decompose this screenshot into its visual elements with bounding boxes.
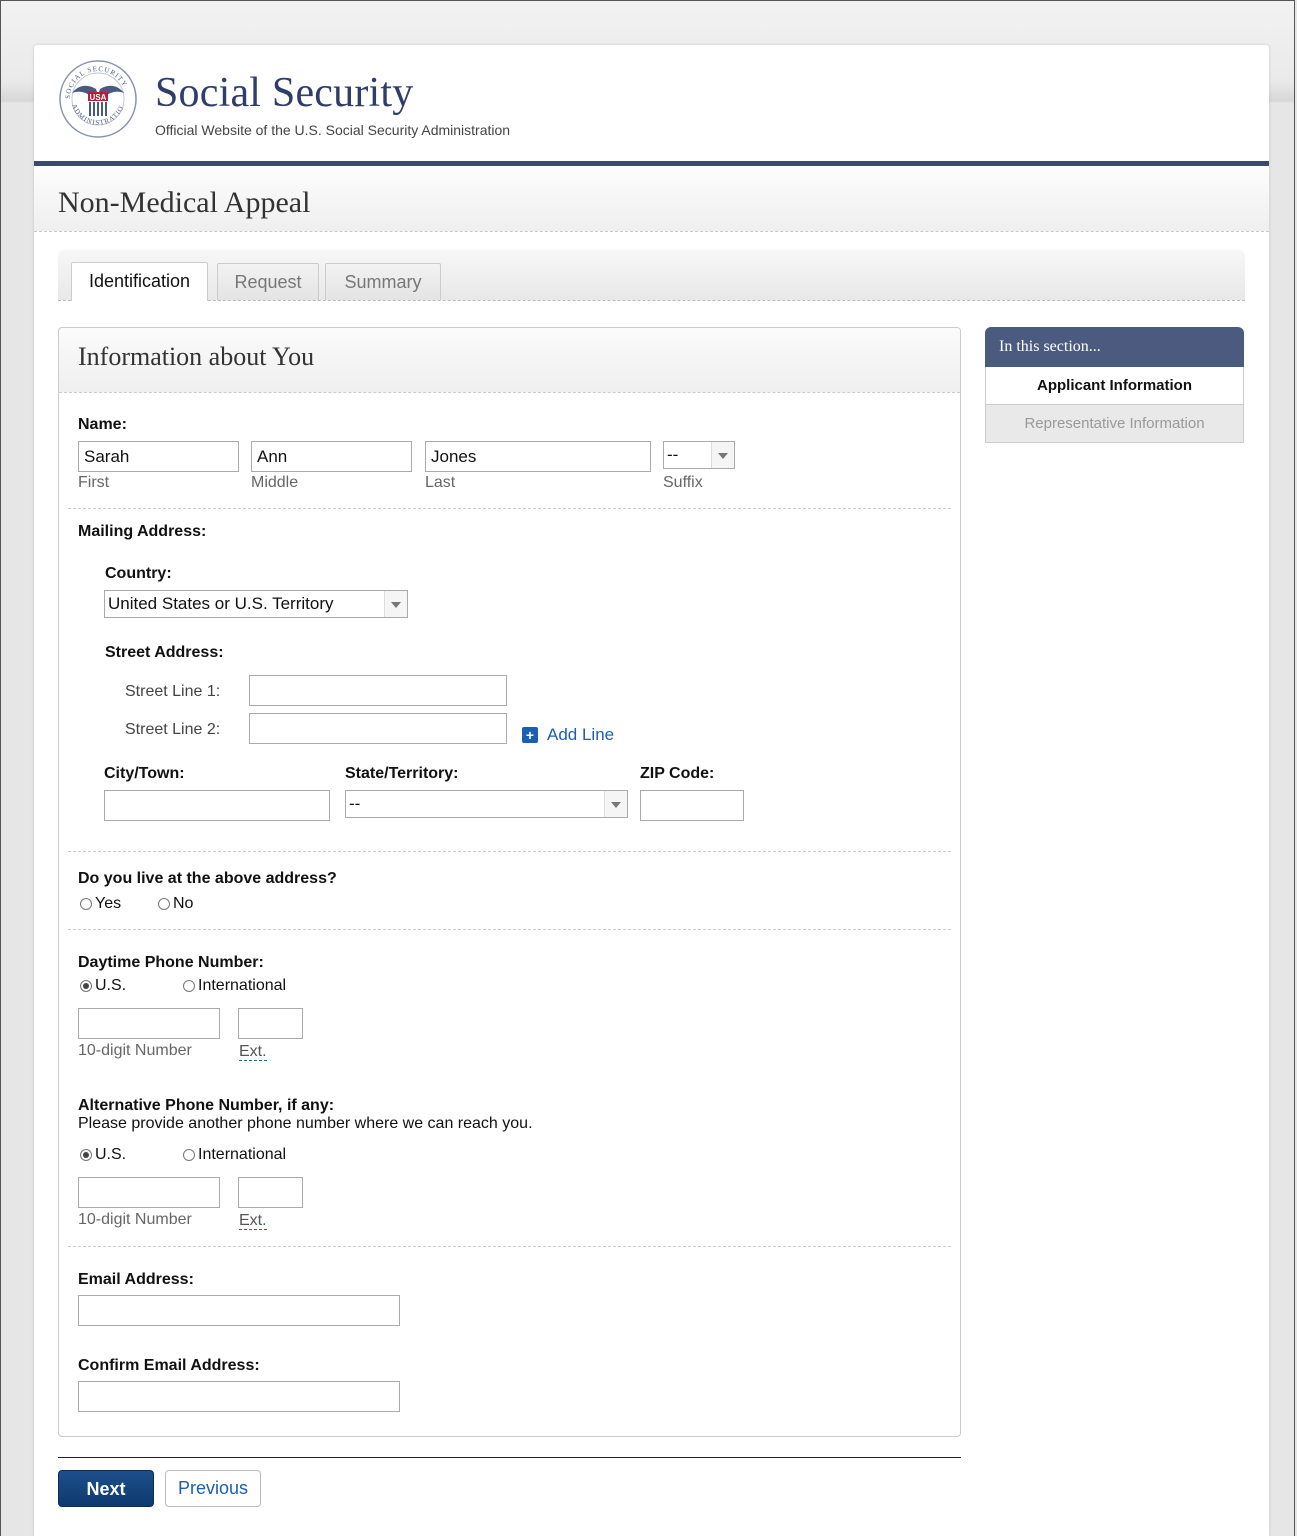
country-label: Country: [105, 565, 172, 582]
radio-circle [158, 898, 170, 910]
section-navigator-heading: In this section... [985, 327, 1244, 367]
suffix-select-value: -- [667, 445, 679, 464]
footer-rule [58, 1457, 961, 1458]
radio-circle [183, 1149, 195, 1161]
daytime-ext-caption[interactable]: Ext. [239, 1043, 267, 1061]
alt-us-label: U.S. [95, 1146, 127, 1163]
page-container: USA SOCIAL SECURITY ADMINISTRATION Socia… [34, 45, 1269, 1536]
alt-ext-input[interactable] [238, 1177, 303, 1208]
chevron-down-icon [384, 591, 407, 617]
street-line-2-input[interactable] [249, 713, 507, 744]
city-label: City/Town: [104, 765, 185, 782]
alt-intl-label: International [198, 1146, 287, 1163]
seal-usa-text: USA [90, 93, 107, 102]
panel-title: Information about You [78, 342, 315, 371]
state-select-value: -- [349, 794, 361, 813]
suffix-select[interactable]: -- [663, 441, 735, 469]
daytime-phone-label: Daytime Phone Number: [78, 954, 264, 971]
radio-circle-selected [80, 980, 92, 992]
radio-circle-selected [80, 1149, 92, 1161]
live-no-radio[interactable]: No [158, 895, 193, 913]
next-button[interactable]: Next [58, 1470, 154, 1507]
chevron-down-icon [604, 791, 627, 817]
ssa-seal-logo[interactable]: USA SOCIAL SECURITY ADMINISTRATION [58, 59, 138, 139]
daytime-ext-input[interactable] [238, 1008, 303, 1039]
middle-name-input[interactable] [251, 441, 412, 472]
country-select[interactable]: United States or U.S. Territory [104, 590, 408, 618]
live-yes-label: Yes [95, 895, 122, 912]
first-name-input[interactable] [78, 441, 239, 472]
state-select[interactable]: -- [345, 790, 628, 818]
zip-input[interactable] [640, 790, 744, 821]
tab-identification[interactable]: Identification [71, 262, 208, 301]
panel-header: Information about You [59, 328, 960, 393]
title-bar: Non-Medical Appeal [34, 166, 1269, 232]
last-name-input[interactable] [425, 441, 651, 472]
live-no-label: No [173, 895, 194, 912]
confirm-email-label: Confirm Email Address: [78, 1357, 260, 1374]
add-line-link[interactable]: + Add Line [522, 725, 614, 745]
alt-number-caption: 10-digit Number [78, 1211, 192, 1228]
sidebar-item-applicant-information[interactable]: Applicant Information [985, 367, 1244, 405]
alt-ext-caption[interactable]: Ext. [239, 1212, 267, 1230]
tab-request[interactable]: Request [217, 263, 319, 300]
alt-phone-label: Alternative Phone Number, if any: [78, 1097, 335, 1114]
live-at-address-question: Do you live at the above address? [78, 870, 337, 887]
daytime-number-caption: 10-digit Number [78, 1042, 192, 1059]
section-divider [68, 929, 951, 930]
live-yes-radio[interactable]: Yes [80, 895, 121, 913]
chevron-down-icon [711, 442, 734, 468]
suffix-caption: Suffix [663, 474, 703, 491]
page-title: Non-Medical Appeal [58, 186, 311, 219]
street-line-1-label: Street Line 1: [125, 683, 221, 700]
street-line-2-label: Street Line 2: [125, 721, 221, 738]
alt-phone-help: Please provide another phone number wher… [78, 1115, 533, 1132]
email-label: Email Address: [78, 1271, 194, 1288]
brand-subtitle: Official Website of the U.S. Social Secu… [155, 122, 511, 138]
street-address-label: Street Address: [105, 644, 224, 661]
first-caption: First [78, 474, 110, 491]
alt-phone-input[interactable] [78, 1177, 220, 1208]
zip-label: ZIP Code: [640, 765, 715, 782]
mailing-address-label: Mailing Address: [78, 523, 207, 540]
form-panel: Information about You Name: -- First Mid… [58, 327, 961, 1437]
brand-title[interactable]: Social Security [155, 69, 413, 117]
confirm-email-input[interactable] [78, 1381, 400, 1412]
plus-icon: + [522, 727, 538, 743]
section-divider [68, 508, 951, 509]
radio-circle [80, 898, 92, 910]
tab-bar: Identification Request Summary [58, 250, 1245, 301]
daytime-phone-input[interactable] [78, 1008, 220, 1039]
daytime-us-label: U.S. [95, 977, 127, 994]
middle-caption: Middle [251, 474, 299, 491]
state-label: State/Territory: [345, 765, 459, 782]
street-line-1-input[interactable] [249, 675, 507, 706]
section-navigator: In this section... Applicant Information… [985, 327, 1244, 444]
daytime-intl-radio[interactable]: International [183, 977, 286, 995]
daytime-intl-label: International [198, 977, 287, 994]
radio-circle [183, 980, 195, 992]
daytime-us-radio[interactable]: U.S. [80, 977, 126, 995]
email-input[interactable] [78, 1295, 400, 1326]
last-caption: Last [425, 474, 456, 491]
name-label: Name: [78, 416, 127, 433]
add-line-label: Add Line [547, 725, 615, 744]
tab-summary[interactable]: Summary [325, 263, 441, 300]
alt-intl-radio[interactable]: International [183, 1146, 286, 1164]
section-divider [68, 1246, 951, 1247]
sidebar-item-representative-information[interactable]: Representative Information [985, 405, 1244, 443]
country-select-value: United States or U.S. Territory [108, 594, 334, 613]
section-divider [68, 851, 951, 852]
city-input[interactable] [104, 790, 330, 821]
site-header: USA SOCIAL SECURITY ADMINISTRATION Socia… [34, 45, 1269, 161]
alt-us-radio[interactable]: U.S. [80, 1146, 126, 1164]
previous-button[interactable]: Previous [165, 1470, 261, 1507]
